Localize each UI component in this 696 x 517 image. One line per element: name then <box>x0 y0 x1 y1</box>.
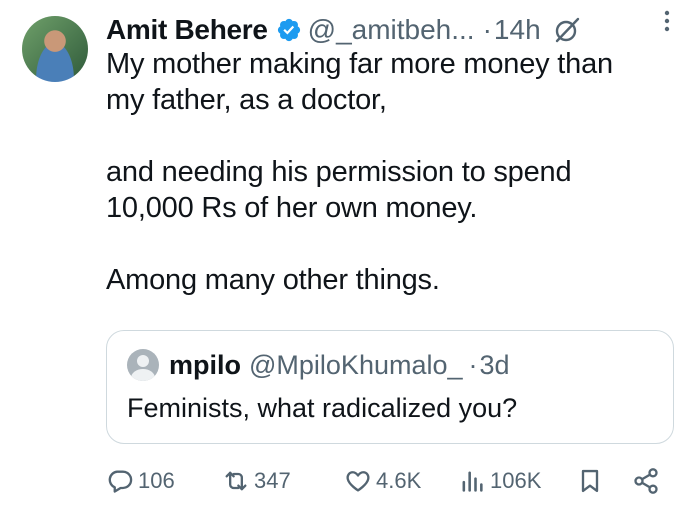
views-count: 106K <box>490 468 542 493</box>
repost-icon <box>222 467 250 495</box>
tweet-header: Amit Behere @_amitbeh... · 14h <box>106 10 696 50</box>
quoted-author-name: mpilo <box>169 349 241 380</box>
author-avatar[interactable] <box>22 16 88 82</box>
quoted-separator-dot: · <box>468 349 478 380</box>
bookmark-button[interactable] <box>576 464 604 498</box>
author-name[interactable]: Amit Behere <box>106 14 268 46</box>
reply-button[interactable]: 106 <box>106 464 175 498</box>
quoted-tweet[interactable]: mpilo @MpiloKhumalo_ · 3d Feminists, wha… <box>106 330 674 444</box>
quoted-tweet-header: mpilo @MpiloKhumalo_ · 3d <box>127 349 510 381</box>
verified-badge-icon <box>276 17 302 43</box>
tweet-actions: 106 347 4.6K 106K <box>106 464 676 498</box>
share-icon <box>632 467 660 495</box>
views-icon <box>458 467 486 495</box>
repost-button[interactable]: 347 <box>222 464 291 498</box>
reply-icon <box>106 467 134 495</box>
quoted-author-handle: @MpiloKhumalo_ <box>249 349 463 380</box>
reply-count: 106 <box>138 468 175 493</box>
separator-dot: · <box>482 14 492 45</box>
quoted-time: 3d <box>479 349 510 380</box>
tweet-time[interactable]: 14h <box>494 14 541 46</box>
author-handle[interactable]: @_amitbeh... <box>308 14 475 46</box>
quoted-author-avatar <box>127 349 159 381</box>
grok-icon[interactable] <box>553 16 581 44</box>
like-button[interactable]: 4.6K <box>344 464 421 498</box>
repost-count: 347 <box>254 468 291 493</box>
like-icon <box>344 467 372 495</box>
views-button[interactable]: 106K <box>458 464 541 498</box>
more-icon[interactable] <box>662 8 672 34</box>
bookmark-icon <box>576 467 604 495</box>
like-count: 4.6K <box>376 468 422 493</box>
share-button[interactable] <box>632 464 660 498</box>
quoted-tweet-text: Feminists, what radicalized you? <box>127 393 518 423</box>
tweet-text: My mother making far more money than my … <box>106 48 613 296</box>
